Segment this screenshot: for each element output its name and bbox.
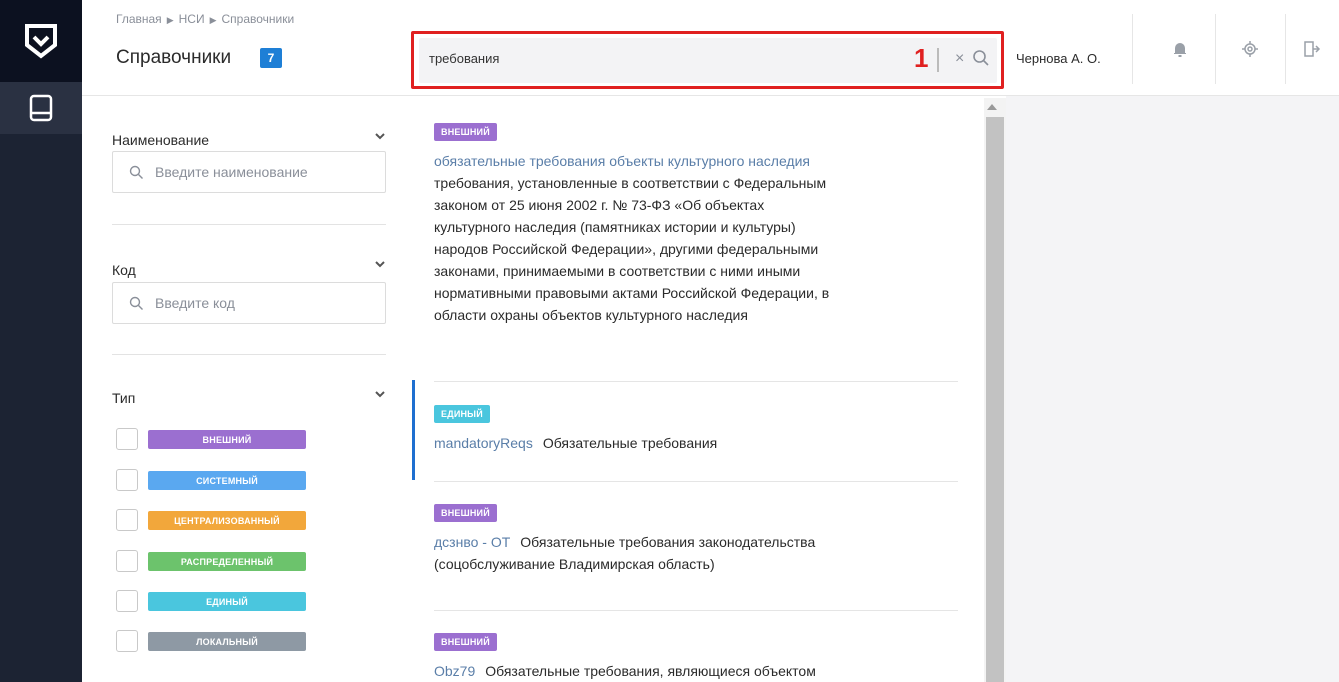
breadcrumb-current: Справочники xyxy=(221,12,295,26)
result-name: Обязательные требования, являющиеся объе… xyxy=(485,663,816,679)
logout-button[interactable] xyxy=(1285,14,1339,84)
scroll-up-arrow-icon[interactable] xyxy=(987,104,997,110)
list-item[interactable]: ЕДИНЫЙ mandatoryReqs Обязательные требова… xyxy=(434,404,972,454)
results-list: ВНЕШНИЙ обязательные требования объекты … xyxy=(412,96,984,682)
filter-code-label: Код xyxy=(112,262,136,278)
text-cursor xyxy=(937,48,939,72)
type-tag: ВНЕШНИЙ xyxy=(434,123,497,141)
type-tag: ВНЕШНИЙ xyxy=(434,504,497,522)
type-tag: РАСПРЕДЕЛЕННЫЙ xyxy=(148,552,306,571)
type-tag: ЕДИНЫЙ xyxy=(434,405,490,423)
breadcrumb-nsi[interactable]: НСИ xyxy=(179,12,205,26)
search-icon xyxy=(129,296,143,310)
scrollbar-thumb[interactable] xyxy=(986,117,1004,682)
count-badge: 7 xyxy=(260,48,282,68)
result-name: Обязательные требования xyxy=(542,435,718,451)
result-line: области охраны объектов культурного насл… xyxy=(434,307,748,323)
chevron-down-icon[interactable] xyxy=(374,388,386,400)
annotation-number: 1 xyxy=(914,43,929,73)
result-line: (соцобслуживание Владимирская область) xyxy=(434,556,715,572)
type-checkbox[interactable] xyxy=(116,509,138,531)
result-line: народов Российской Федерации», другими ф… xyxy=(434,241,819,257)
result-line: законом от 25 июня 2002 г. № 73-ФЗ «Об о… xyxy=(434,197,765,213)
type-checkbox[interactable] xyxy=(116,469,138,491)
type-tag: ВНЕШНИЙ xyxy=(148,430,306,449)
result-divider xyxy=(434,610,958,611)
search-highlight-frame: 1 × xyxy=(411,31,1004,89)
side-rail xyxy=(0,0,82,682)
shield-logo-icon xyxy=(25,24,57,59)
filter-code-field[interactable] xyxy=(112,282,386,324)
result-name: Обязательные требования законодательства xyxy=(520,534,816,550)
gear-icon xyxy=(1242,41,1258,57)
result-line: обязательные требования объекты культурн… xyxy=(434,150,972,172)
result-line: культурного наследия (памятниках истории… xyxy=(434,219,796,235)
type-tag: СИСТЕМНЫЙ xyxy=(148,471,306,490)
filter-divider xyxy=(112,354,386,355)
type-tag: ЛОКАЛЬНЫЙ xyxy=(148,632,306,651)
clear-search-icon[interactable]: × xyxy=(955,50,964,68)
notifications-button[interactable] xyxy=(1145,14,1215,84)
active-indicator xyxy=(412,380,415,480)
detail-panel xyxy=(1006,96,1339,682)
result-divider xyxy=(434,481,958,482)
filter-name-label: Наименование xyxy=(112,132,210,148)
type-checkbox[interactable] xyxy=(116,590,138,612)
book-icon xyxy=(29,94,53,122)
result-line: Obz79 Обязательные требования, являющиеся… xyxy=(434,660,972,682)
result-code[interactable]: mandatoryReqs xyxy=(434,435,533,451)
rail-item-references[interactable] xyxy=(0,82,82,134)
filter-divider xyxy=(112,224,386,225)
filter-code-input[interactable] xyxy=(155,295,375,311)
chevron-down-icon[interactable] xyxy=(374,130,386,142)
search-input[interactable] xyxy=(429,51,869,66)
type-checkbox[interactable] xyxy=(116,550,138,572)
result-line: нормативными правовыми актами Российской… xyxy=(434,285,830,301)
logout-icon xyxy=(1304,41,1321,57)
header-divider xyxy=(1132,14,1133,84)
user-name[interactable]: Чернова А. О. xyxy=(1016,51,1101,66)
breadcrumb-home[interactable]: Главная xyxy=(116,12,162,26)
page-title: Справочники xyxy=(116,47,232,68)
list-item[interactable]: ВНЕШНИЙ Obz79 Обязательные требования, яв… xyxy=(434,632,972,682)
type-tag: ЦЕНТРАЛИЗОВАННЫЙ xyxy=(148,511,306,530)
breadcrumb-separator-icon: ▶ xyxy=(166,15,174,25)
settings-button[interactable] xyxy=(1215,14,1285,84)
filter-name-field[interactable] xyxy=(112,151,386,193)
search-icon xyxy=(129,165,143,179)
result-code[interactable]: Obz79 xyxy=(434,663,475,679)
result-code[interactable]: обязательные требования объекты культурн… xyxy=(434,153,810,169)
type-tag: ЕДИНЫЙ xyxy=(148,592,306,611)
result-line: требования, установленные в соответствии… xyxy=(434,175,827,191)
search-box: 1 × xyxy=(419,38,997,83)
list-item[interactable]: ВНЕШНИЙ дсзнво - ОТ Обязательные требован… xyxy=(434,503,972,575)
chevron-down-icon[interactable] xyxy=(374,258,386,270)
list-item[interactable]: ВНЕШНИЙ обязательные требования объекты … xyxy=(434,122,972,326)
search-icon[interactable] xyxy=(972,49,990,67)
type-checkbox[interactable] xyxy=(116,630,138,652)
header: Главная ▶ НСИ ▶ Справочники Справочники 7 1 … xyxy=(82,0,1339,96)
breadcrumb: Главная ▶ НСИ ▶ Справочники xyxy=(116,12,294,26)
type-tag: ВНЕШНИЙ xyxy=(434,633,497,651)
breadcrumb-separator-icon: ▶ xyxy=(209,15,217,25)
filter-type-label: Тип xyxy=(112,390,136,406)
filter-panel: Наименование Код Тип ВНЕШНИЙ СИСТЕМНЫЙ Ц… xyxy=(82,96,412,682)
type-checkbox[interactable] xyxy=(116,428,138,450)
filter-name-input[interactable] xyxy=(155,164,375,180)
bell-icon xyxy=(1174,43,1186,57)
result-line: mandatoryReqs Обязательные требования xyxy=(434,432,972,454)
result-divider xyxy=(434,381,958,382)
app-logo[interactable] xyxy=(0,0,82,82)
result-line: дсзнво - ОТ Обязательные требования закон… xyxy=(434,531,972,553)
result-code[interactable]: дсзнво - ОТ xyxy=(434,534,510,550)
result-line: законами, принимаемыми в соответствии с … xyxy=(434,263,801,279)
